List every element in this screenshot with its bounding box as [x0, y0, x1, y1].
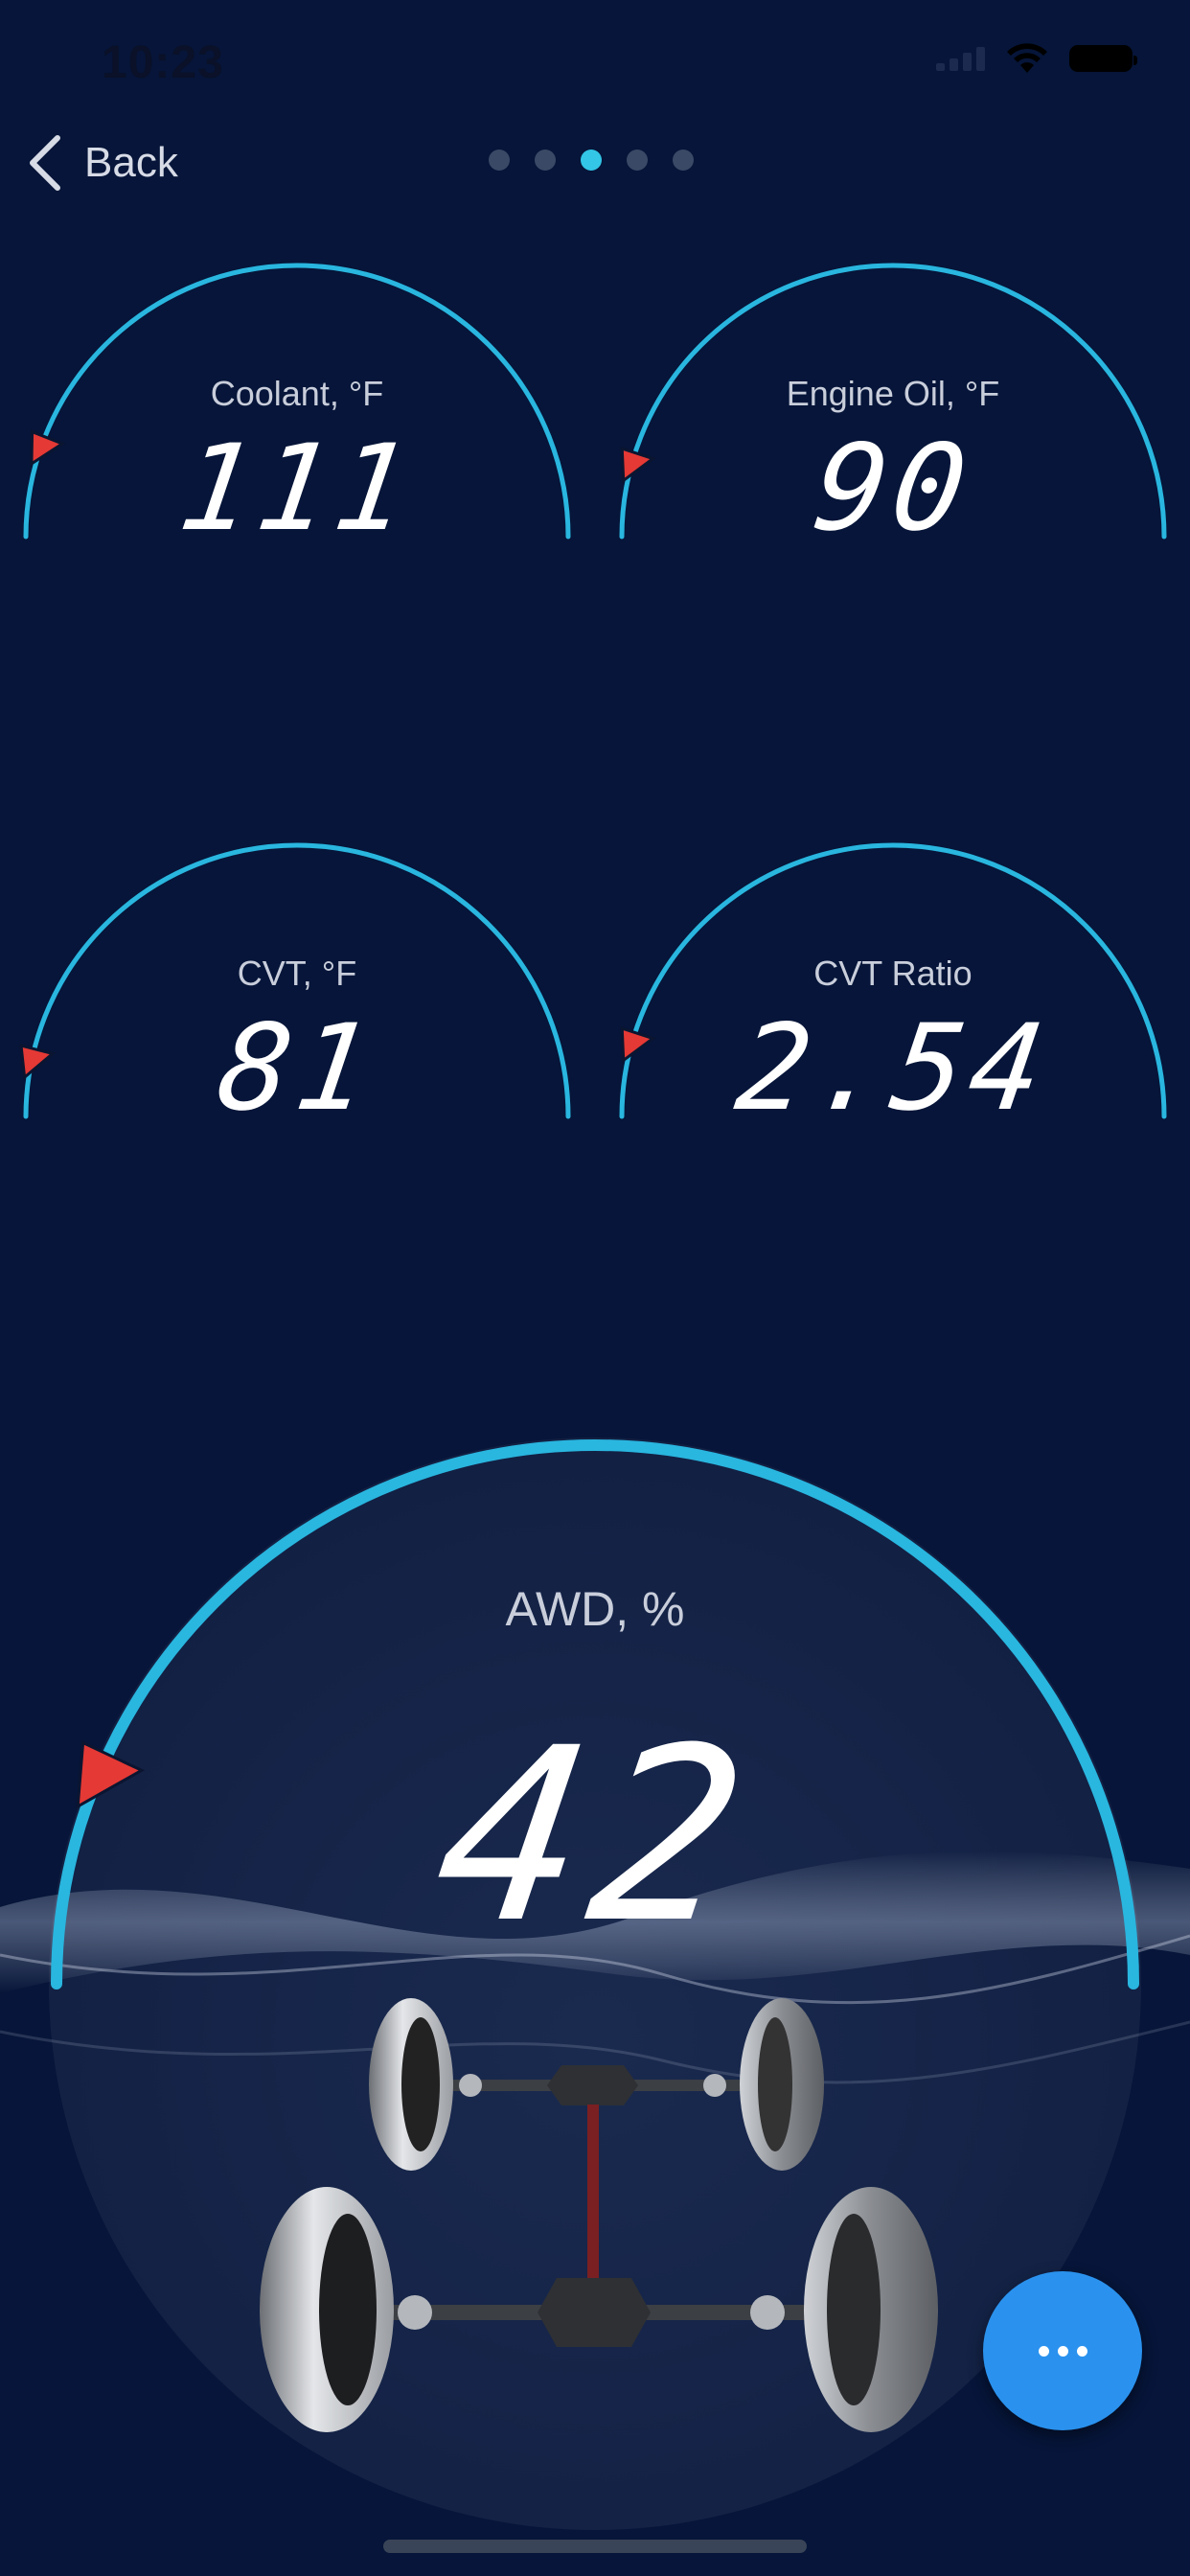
back-button[interactable]: Back [25, 134, 178, 192]
gauge-label: CVT, °F [237, 954, 357, 993]
gauge-label: Engine Oil, °F [786, 374, 1000, 413]
page-dot[interactable] [673, 150, 694, 171]
page-dot[interactable] [581, 150, 602, 171]
more-icon [1038, 2345, 1087, 2357]
page-indicator[interactable] [489, 150, 694, 171]
gauge-label: Coolant, °F [210, 374, 384, 413]
more-button[interactable] [983, 2271, 1142, 2430]
gauge-value: 111 [171, 420, 423, 558]
back-label: Back [84, 139, 178, 186]
gauge-value: 90 [806, 420, 980, 558]
battery-icon [1069, 45, 1137, 72]
gauge-awd: AWD, % 42 [0, 1418, 1190, 2549]
page-dot[interactable] [489, 150, 510, 171]
gauge-label: CVT Ratio [813, 954, 973, 993]
gauge-value: 81 [210, 1000, 384, 1138]
chevron-left-icon [30, 135, 60, 191]
gauge-cvt-temp: CVT, °F 81 [19, 839, 575, 1138]
wifi-icon [1007, 43, 1047, 73]
gauge-cvt-ratio: CVT Ratio 2.54 [615, 839, 1171, 1138]
signal-icon [936, 46, 985, 71]
page-dot[interactable] [535, 150, 556, 171]
gauge-engine-oil: Engine Oil, °F 90 [615, 259, 1171, 558]
gauge-label: AWD, % [505, 1582, 685, 1636]
home-indicator[interactable] [383, 2540, 807, 2553]
gauge-value: 42 [422, 1696, 768, 1975]
gauge-value: 2.54 [728, 1000, 1058, 1138]
status-icons [936, 42, 1137, 75]
gauge-coolant: Coolant, °F 111 [19, 259, 575, 558]
page-dot[interactable] [627, 150, 648, 171]
status-time: 10:23 [102, 37, 224, 88]
screen: 10:23 Back Coolant, °F 111 Engine Oil, °… [0, 0, 1190, 2576]
